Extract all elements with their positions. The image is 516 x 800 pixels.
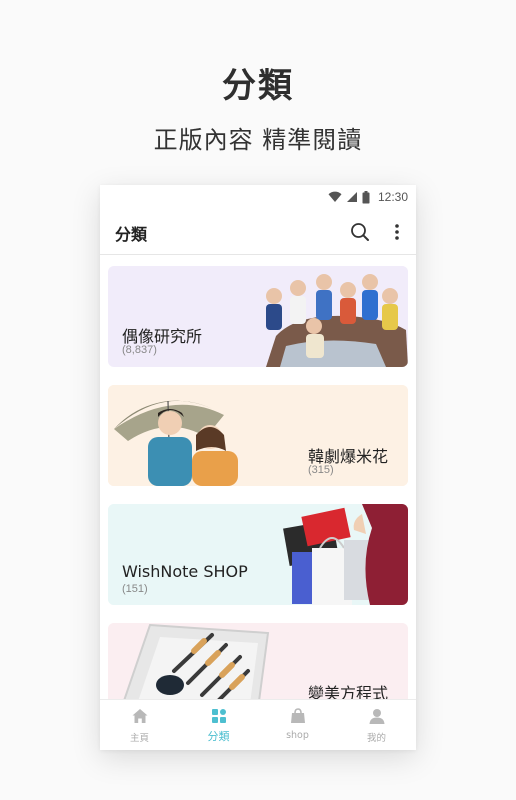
status-bar: 12:30	[100, 185, 416, 209]
search-icon[interactable]	[349, 221, 371, 243]
battery-icon	[362, 190, 370, 203]
status-time: 12:30	[377, 190, 408, 204]
tab-shop[interactable]: shop	[258, 700, 337, 750]
shopping-bag-icon	[290, 708, 305, 723]
category-list[interactable]: 偶像研究所 (8,837) 韓劇爆米花 (315) WishNote SHOP …	[100, 256, 416, 699]
category-count: (151)	[122, 583, 148, 595]
category-name: 變美方程式	[308, 684, 389, 699]
idol-group-photo	[236, 266, 408, 367]
category-name: WishNote SHOP	[122, 562, 248, 581]
tab-category[interactable]: 分類	[179, 700, 258, 750]
category-card-shop[interactable]: WishNote SHOP (151)	[108, 504, 408, 605]
tab-home[interactable]: 主頁	[100, 700, 179, 750]
drama-couple-umbrella-photo	[108, 385, 408, 486]
page-title: 分類	[222, 66, 294, 106]
category-count: (8,837)	[122, 344, 157, 356]
app-bar: 分類	[100, 209, 416, 255]
shopping-bags-photo	[108, 504, 408, 605]
bottom-tab-bar: 主頁 分類 shop 我的	[100, 699, 416, 750]
wifi-icon	[328, 191, 342, 202]
category-count: (315)	[308, 464, 334, 476]
category-grid-icon	[211, 709, 226, 723]
signal-icon	[346, 192, 357, 202]
category-card-beauty[interactable]: 變美方程式	[108, 623, 408, 699]
home-icon	[132, 709, 147, 723]
tab-label: 分類	[207, 730, 230, 743]
category-card-drama[interactable]: 韓劇爆米花 (315)	[108, 385, 408, 486]
category-card-idol[interactable]: 偶像研究所 (8,837)	[108, 266, 408, 367]
person-icon	[369, 709, 384, 724]
tab-label: shop	[286, 730, 309, 741]
tab-label: 主頁	[129, 733, 149, 744]
tab-me[interactable]: 我的	[337, 700, 416, 750]
tab-label: 我的	[366, 733, 386, 744]
phone-screen: 12:30 分類 偶像研究所 (8,837) 韓劇爆米花 (315) WishN…	[100, 185, 416, 750]
more-vert-icon[interactable]	[387, 221, 407, 243]
app-bar-title: 分類	[115, 225, 148, 244]
page-subtitle: 正版內容 精準閱讀	[153, 126, 363, 154]
